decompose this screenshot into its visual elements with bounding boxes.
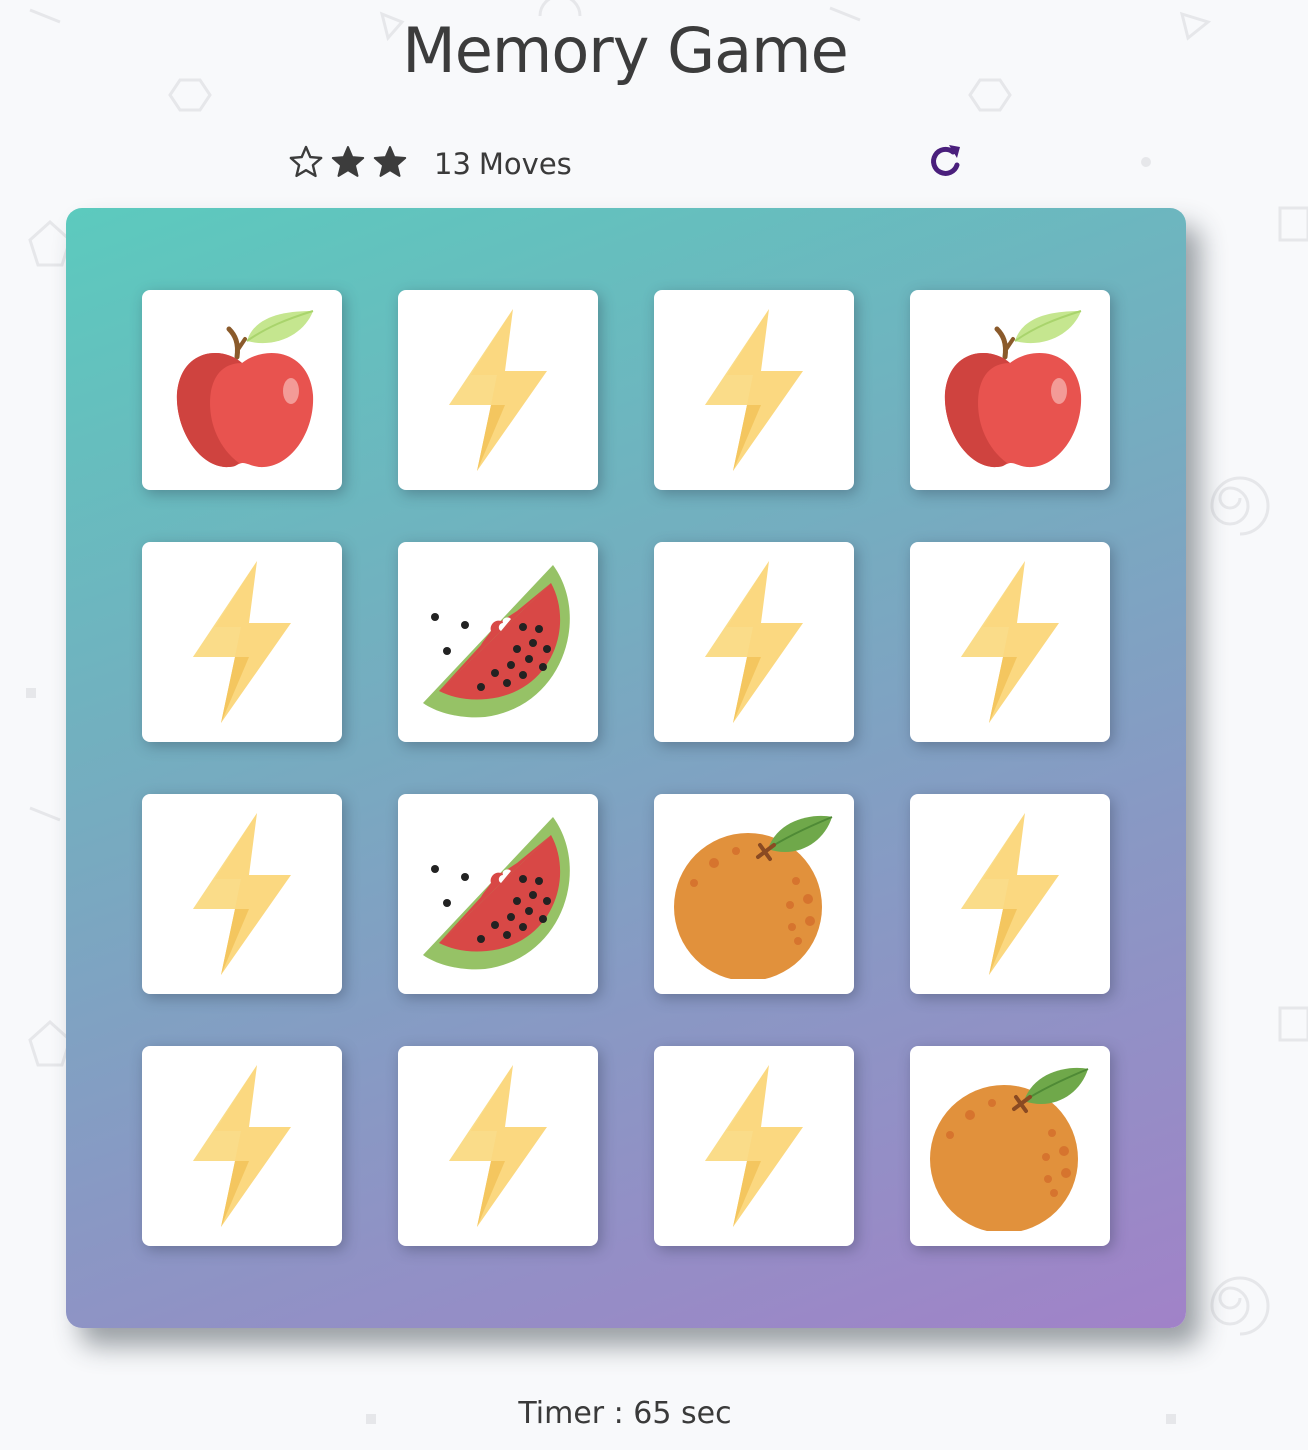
card-hidden[interactable] (142, 794, 342, 994)
card-watermelon[interactable] (398, 794, 598, 994)
card-hidden[interactable] (398, 1046, 598, 1246)
lightning-icon (449, 309, 547, 471)
moves-count: 13 (434, 147, 471, 181)
moves-label: Moves (478, 147, 572, 181)
restart-button[interactable] (926, 142, 966, 182)
star-outline-icon (289, 145, 323, 178)
card-hidden[interactable] (142, 1046, 342, 1246)
star-rating (288, 144, 408, 180)
apple-icon (176, 310, 314, 468)
card-hidden[interactable] (654, 542, 854, 742)
lightning-icon (961, 813, 1059, 975)
card-orange[interactable] (910, 1046, 1110, 1246)
lightning-icon (193, 813, 291, 975)
card-hidden[interactable] (910, 794, 1110, 994)
card-apple[interactable] (910, 290, 1110, 490)
score-panel: 13 Moves (288, 140, 978, 188)
page-title: Memory Game (402, 14, 848, 87)
lightning-icon (193, 561, 291, 723)
apple-icon (944, 310, 1082, 468)
lightning-icon (193, 1065, 291, 1227)
lightning-icon (705, 309, 803, 471)
restart-icon (931, 145, 960, 176)
card-orange[interactable] (654, 794, 854, 994)
card-hidden[interactable] (142, 542, 342, 742)
watermelon-icon (423, 817, 570, 970)
moves-counter: 13 Moves (434, 146, 580, 182)
card-apple[interactable] (142, 290, 342, 490)
lightning-icon (961, 561, 1059, 723)
card-deck (66, 208, 1186, 1328)
card-hidden[interactable] (398, 290, 598, 490)
watermelon-icon (423, 565, 570, 718)
lightning-icon (705, 561, 803, 723)
card-watermelon[interactable] (398, 542, 598, 742)
card-hidden[interactable] (654, 1046, 854, 1246)
lightning-icon (705, 1065, 803, 1227)
orange-icon (674, 815, 833, 979)
card-hidden[interactable] (910, 542, 1110, 742)
orange-icon (930, 1067, 1089, 1231)
star-icon (373, 146, 407, 177)
timer: Timer : 65 sec (518, 1396, 732, 1431)
star-icon (331, 146, 365, 177)
lightning-icon (449, 1065, 547, 1227)
card-hidden[interactable] (654, 290, 854, 490)
